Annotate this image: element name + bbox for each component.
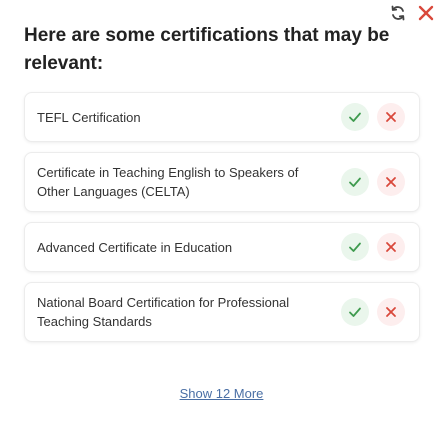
show-more-link[interactable]: Show 12 More xyxy=(0,386,443,401)
item-actions xyxy=(341,233,405,261)
certification-label: TEFL Certification xyxy=(37,109,141,125)
item-actions xyxy=(341,168,405,196)
reject-button[interactable] xyxy=(377,168,405,196)
check-icon xyxy=(349,177,361,187)
certification-label: Advanced Certificate in Education xyxy=(37,239,233,255)
x-icon xyxy=(386,177,396,187)
accept-button[interactable] xyxy=(341,103,369,131)
check-icon xyxy=(349,112,361,122)
check-icon xyxy=(349,242,361,252)
close-icon[interactable] xyxy=(417,4,435,22)
panel-title: Here are some certifications that may be… xyxy=(24,25,390,74)
x-icon xyxy=(386,242,396,252)
panel-controls xyxy=(389,4,435,22)
reject-button[interactable] xyxy=(377,103,405,131)
reject-button[interactable] xyxy=(377,298,405,326)
accept-button[interactable] xyxy=(341,168,369,196)
certification-label: Certificate in Teaching English to Speak… xyxy=(37,165,299,199)
certification-label: National Board Certification for Profess… xyxy=(37,295,290,329)
accept-button[interactable] xyxy=(341,298,369,326)
x-icon xyxy=(386,307,396,317)
list-item: Certificate in Teaching English to Speak… xyxy=(24,152,420,212)
item-actions xyxy=(341,298,405,326)
reject-button[interactable] xyxy=(377,233,405,261)
check-icon xyxy=(349,307,361,317)
x-icon xyxy=(386,112,396,122)
certification-list: TEFL Certification Certificate in Teachi… xyxy=(24,92,420,342)
certifications-panel: Here are some certifications that may be… xyxy=(0,0,443,429)
list-item: Advanced Certificate in Education xyxy=(24,222,420,272)
item-actions xyxy=(341,103,405,131)
accept-button[interactable] xyxy=(341,233,369,261)
list-item: TEFL Certification xyxy=(24,92,420,142)
list-item: National Board Certification for Profess… xyxy=(24,282,420,342)
refresh-icon[interactable] xyxy=(389,4,407,22)
